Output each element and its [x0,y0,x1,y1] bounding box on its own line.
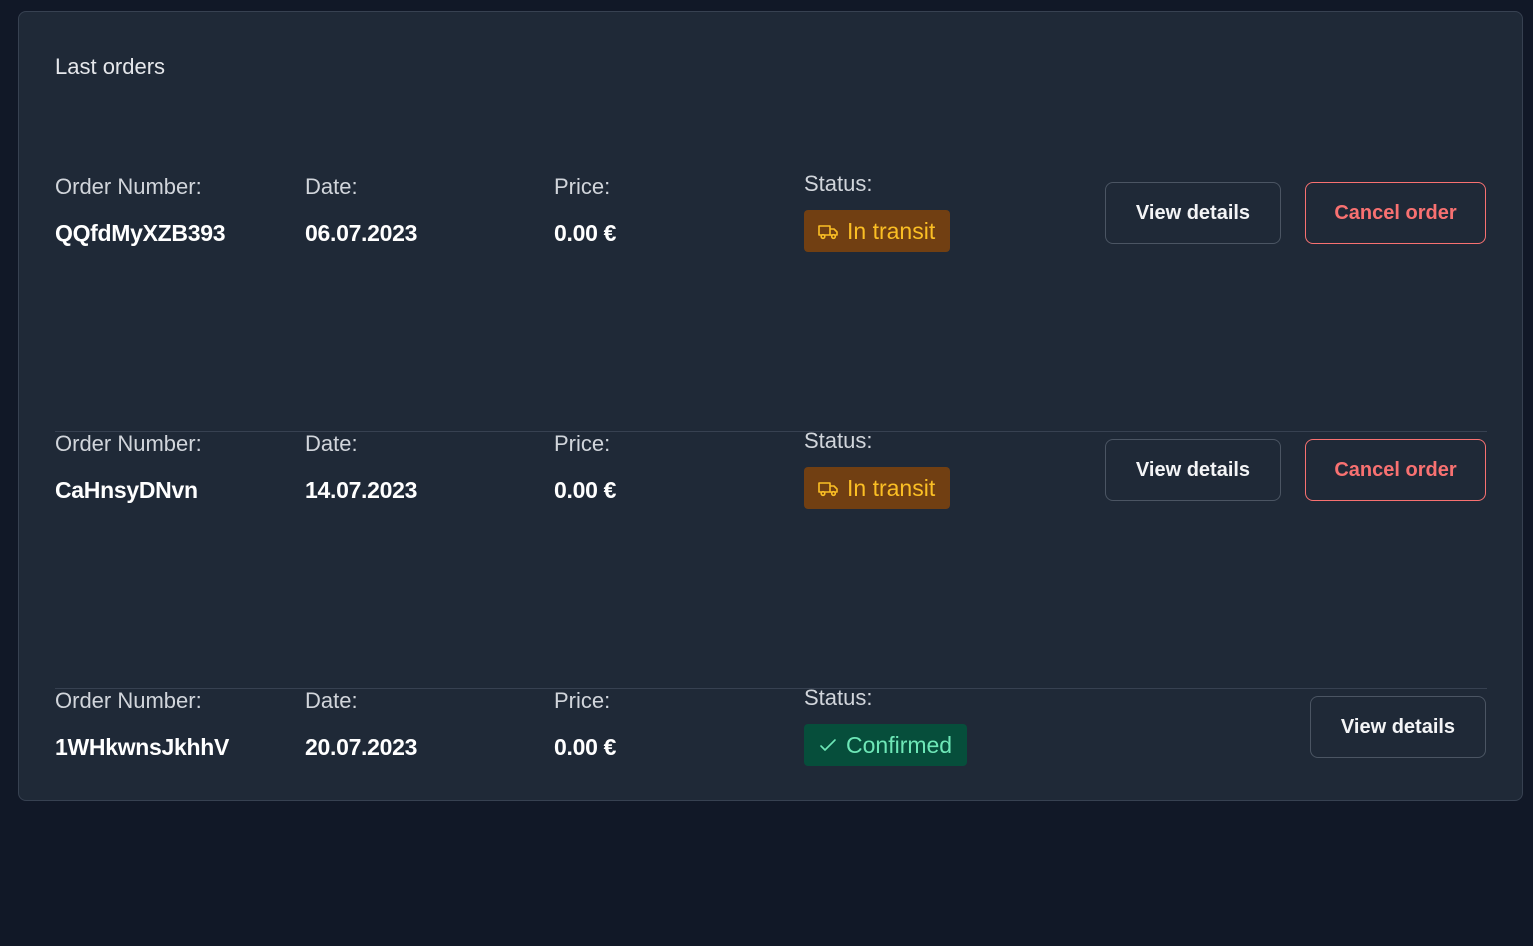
status-label: Status: [804,428,873,453]
date-label: Date: [305,174,358,199]
view-details-button[interactable]: View details [1105,439,1281,501]
status-label: Status: [804,171,873,196]
status-label: Status: [804,685,873,710]
price-value: 0.00 € [554,734,617,760]
price-label: Price: [554,431,611,456]
order-number-label: Order Number: [55,688,202,713]
status-badge: Confirmed [804,724,968,766]
status-text: In transit [847,474,936,501]
truck-icon [818,482,838,497]
view-details-button[interactable]: View details [1310,696,1486,758]
view-details-button[interactable]: View details [1105,182,1281,244]
order-row: Order Number: QQfdMyXZB393 Date: 06.07.2… [55,171,1487,432]
check-icon [820,739,836,751]
card-title: Last orders [55,54,166,79]
order-row: Order Number: 1WHkwnsJkhhV Date: 20.07.2… [55,685,1487,946]
date-value: 06.07.2023 [305,220,418,246]
date-value: 14.07.2023 [305,477,418,503]
price-value: 0.00 € [554,477,617,503]
price-label: Price: [554,174,611,199]
order-number-value: 1WHkwnsJkhhV [55,734,230,760]
cancel-order-button[interactable]: Cancel order [1305,439,1486,501]
truck-icon [818,225,838,240]
order-number-value: CaHnsyDNvn [55,477,198,503]
status-text: In transit [847,217,936,244]
price-label: Price: [554,688,611,713]
date-label: Date: [305,688,358,713]
date-value: 20.07.2023 [305,734,418,760]
status-badge: In transit [804,210,951,252]
orders-card: Last orders Order Number: QQfdMyXZB393 D… [18,11,1523,801]
price-value: 0.00 € [554,220,617,246]
order-number-value: QQfdMyXZB393 [55,220,226,246]
order-number-label: Order Number: [55,174,202,199]
order-row: Order Number: CaHnsyDNvn Date: 14.07.202… [55,428,1487,689]
status-text: Confirmed [846,731,953,758]
cancel-order-button[interactable]: Cancel order [1305,182,1486,244]
date-label: Date: [305,431,358,456]
status-badge: In transit [804,467,951,509]
order-number-label: Order Number: [55,431,202,456]
